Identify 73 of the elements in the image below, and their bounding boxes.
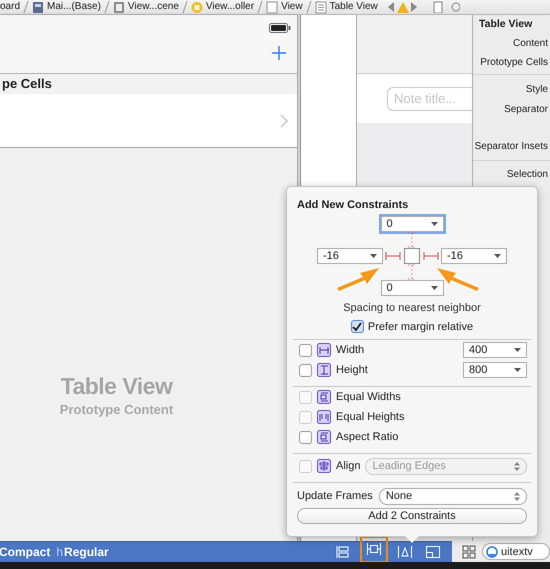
grid-icon[interactable] [462,544,476,558]
field-label: Separator [504,104,549,115]
combo-box[interactable]: 0 [380,280,444,296]
text-field[interactable]: Note title... [387,86,472,110]
field-label: Prototype Cells [473,57,550,75]
chevron-icon [104,0,110,14]
navigation-icon[interactable] [386,1,417,13]
combo-box[interactable]: 400 [463,342,527,358]
constraint-label: Equal Heights [336,411,404,423]
breadcrumb-item[interactable]: oard [0,1,20,13]
spacing-constraint-icon[interactable] [407,264,417,280]
popover-title: Add New Constraints [297,199,410,211]
field-label: Content [512,38,549,49]
combo-box[interactable]: -16 [441,248,507,264]
add-constraints-button[interactable]: Add 2 Constraints [297,508,527,524]
breadcrumb-item[interactable]: View [281,1,303,13]
breadcrumb-item[interactable]: View...oller [206,1,254,13]
add-icon[interactable] [271,45,287,61]
resolve-icon [397,544,413,560]
checkbox[interactable] [299,364,312,376]
file-icon [32,0,44,14]
field-label: Style [526,84,549,95]
filter-icon [486,546,498,558]
height-icon [317,363,331,377]
breadcrumb-item[interactable]: Mai...(Base) [47,1,101,13]
checkbox-label: Prefer margin relative [368,320,474,332]
combo-box[interactable]: -16 [317,248,383,264]
stepper-arrows-icon [514,492,520,500]
placeholder-subtitle: Prototype Content [60,402,174,417]
spacing-constraint-icon[interactable] [407,232,417,248]
popup-button[interactable]: None [378,488,527,504]
search-field[interactable]: uitextv [482,543,550,560]
constraint-label: Aspect Ratio [336,431,398,443]
field-label: Separator Insets [473,141,550,161]
equal-heights-icon [317,410,331,424]
aspect-ratio-icon [317,430,331,444]
breadcrumb-item[interactable]: Table View [330,1,378,13]
spacing-caption: Spacing to nearest neighbor [342,302,482,314]
equal-widths-icon [317,390,331,404]
spacing-constraint-icon[interactable] [385,251,401,261]
constraint-label: Height [336,364,369,376]
field-label: Update Frames [297,490,373,502]
spacing-constraint-icon[interactable] [423,251,439,261]
controller-icon [190,0,203,14]
checkbox[interactable] [299,344,312,356]
align-icon [317,459,331,473]
checkbox[interactable] [299,430,312,444]
constraint-label: Equal Widths [336,391,401,403]
checkbox[interactable] [350,320,364,333]
chevron-icon [182,0,188,14]
view-box [404,248,420,264]
combo-box[interactable]: 0 [380,216,444,232]
stepper-arrows-icon [514,462,520,470]
chevron-icon [280,114,288,128]
field-label: Selection [506,169,549,180]
placeholder-title: Table View [60,373,172,400]
chevron-icon [23,0,30,14]
combo-box[interactable]: 800 [463,362,527,378]
align-icon [335,544,351,560]
size-class-label: h [56,545,64,559]
scene-icon [112,0,125,14]
chevron-icon [257,0,264,14]
resize-icon [425,544,441,560]
battery-icon [269,23,291,33]
pin-icon [366,541,382,557]
inspector-title: Table View [478,17,532,30]
constraint-label: Align [336,460,360,472]
breadcrumb-item[interactable]: View...cene [128,1,179,13]
section-header: pe Cells [0,74,297,94]
width-icon [317,343,331,357]
constraint-label: Width [336,344,366,356]
size-class-label: Regular [64,545,109,559]
chevron-icon [306,0,312,14]
